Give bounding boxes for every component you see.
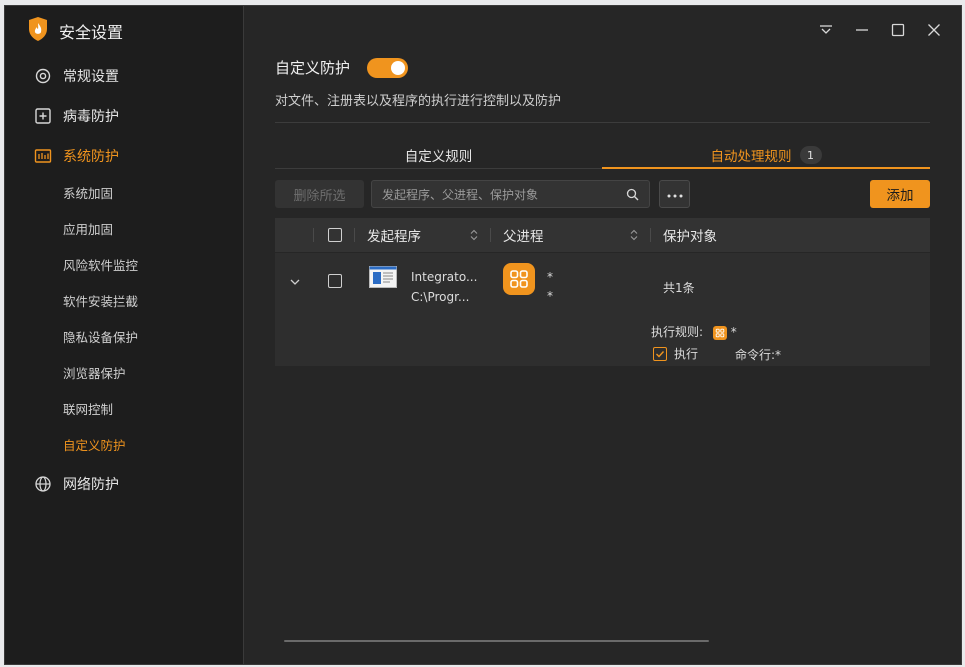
tab-label: 自定义规则 [404, 149, 473, 165]
sidebar-subitem-network-control[interactable]: 联网控制 [63, 400, 113, 420]
rule-app-icon [712, 325, 727, 340]
sidebar-item-network[interactable]: 网络防护 [5, 464, 243, 504]
active-tab-indicator [602, 167, 930, 169]
search-icon[interactable] [626, 188, 639, 201]
initiator-path: C:\Progr... [411, 290, 470, 304]
sidebar-subitem-browser[interactable]: 浏览器保护 [63, 364, 126, 384]
app-title-label: 安全设置 [59, 23, 124, 42]
column-separator [490, 228, 491, 242]
rule-detail-line: 执行规则: * [651, 323, 737, 340]
main-panel: 自定义防护 对文件、注册表以及程序的执行进行控制以及防护 自定义规则 自动处理规… [244, 6, 961, 664]
header-parent-process[interactable]: 父进程 [503, 218, 544, 252]
cmdline-label: 命令行: [735, 348, 776, 362]
minimize-icon[interactable] [852, 20, 872, 40]
cmdline-value: * [775, 348, 782, 362]
plus-square-icon [34, 107, 52, 125]
menu-icon[interactable] [816, 20, 836, 40]
app-title: 安全设置 [27, 16, 124, 46]
toggle-knob [391, 61, 405, 75]
horizontal-scrollbar[interactable] [284, 640, 709, 642]
protected-target-count[interactable]: 共1条 [663, 279, 695, 296]
sidebar-item-virus[interactable]: 病毒防护 [5, 96, 243, 136]
column-separator [313, 228, 314, 242]
select-all-checkbox[interactable] [328, 228, 342, 242]
custom-protection-toggle[interactable] [367, 58, 408, 78]
rule-label: 执行规则: [651, 325, 704, 339]
page-title: 自定义防护 [275, 59, 351, 77]
sidebar-item-general[interactable]: 常规设置 [5, 56, 243, 96]
row-checkbox[interactable] [328, 274, 342, 288]
gear-icon [34, 67, 52, 85]
sidebar-item-label: 网络防护 [63, 477, 119, 493]
sort-icon[interactable] [630, 229, 638, 241]
table-row: Integrato... C:\Progr... * * 共1条 执行规则: *… [275, 253, 930, 366]
cmdline-detail: 命令行:* [735, 346, 781, 363]
settings-window: 安全设置 常规设置 病毒防护 系统防护 系统加固 应用加固 风险软件监控 软件安… [4, 5, 962, 665]
sort-icon[interactable] [470, 229, 478, 241]
sidebar-subitem-system-hardening[interactable]: 系统加固 [63, 184, 113, 204]
delete-selected-button[interactable]: 删除所选 [275, 180, 364, 208]
system-icon [34, 147, 52, 165]
sidebar-subitem-install-block[interactable]: 软件安装拦截 [63, 292, 138, 312]
sidebar-item-label: 病毒防护 [63, 109, 119, 125]
parent-value-2: * [547, 289, 553, 303]
maximize-icon[interactable] [888, 20, 908, 40]
search-input[interactable] [380, 181, 624, 209]
parent-value-1: * [547, 270, 553, 284]
sidebar-item-label: 常规设置 [63, 69, 119, 85]
tab-count-badge: 1 [799, 146, 822, 164]
tab-label: 自动处理规则 [710, 149, 792, 165]
add-button[interactable]: 添加 [870, 180, 930, 208]
header-initiator[interactable]: 发起程序 [367, 218, 421, 252]
column-separator [354, 228, 355, 242]
sidebar-subitem-app-hardening[interactable]: 应用加固 [63, 220, 113, 240]
tab-baseline [275, 168, 602, 169]
close-icon[interactable] [924, 20, 944, 40]
header-protected-target: 保护对象 [663, 229, 717, 245]
app-logo-icon [27, 16, 49, 46]
page-description: 对文件、注册表以及程序的执行进行控制以及防护 [275, 94, 562, 109]
globe-icon [34, 475, 52, 493]
sidebar-subitem-privacy-device[interactable]: 隐私设备保护 [63, 328, 138, 348]
execute-checkbox[interactable] [653, 347, 667, 361]
rule-value: * [730, 325, 737, 339]
more-icon [667, 187, 683, 202]
execute-label: 执行 [674, 347, 699, 361]
search-box[interactable] [371, 180, 650, 209]
chevron-down-icon[interactable] [290, 275, 300, 290]
parent-process-icon [503, 263, 535, 295]
initiator-name: Integrato... [411, 270, 478, 284]
sidebar-item-label: 系统防护 [63, 149, 119, 165]
sidebar-subitem-custom-protection[interactable]: 自定义防护 [63, 436, 126, 456]
more-options-button[interactable] [659, 180, 690, 208]
program-window-icon [369, 266, 397, 292]
column-separator [650, 228, 651, 242]
sidebar-subitem-risk-software[interactable]: 风险软件监控 [63, 256, 138, 276]
sidebar-item-system[interactable]: 系统防护 [5, 136, 243, 176]
sidebar: 安全设置 常规设置 病毒防护 系统防护 系统加固 应用加固 风险软件监控 软件安… [5, 6, 244, 664]
table-header: 发起程序 父进程 保护对象 [275, 218, 930, 252]
header-divider [275, 122, 930, 123]
